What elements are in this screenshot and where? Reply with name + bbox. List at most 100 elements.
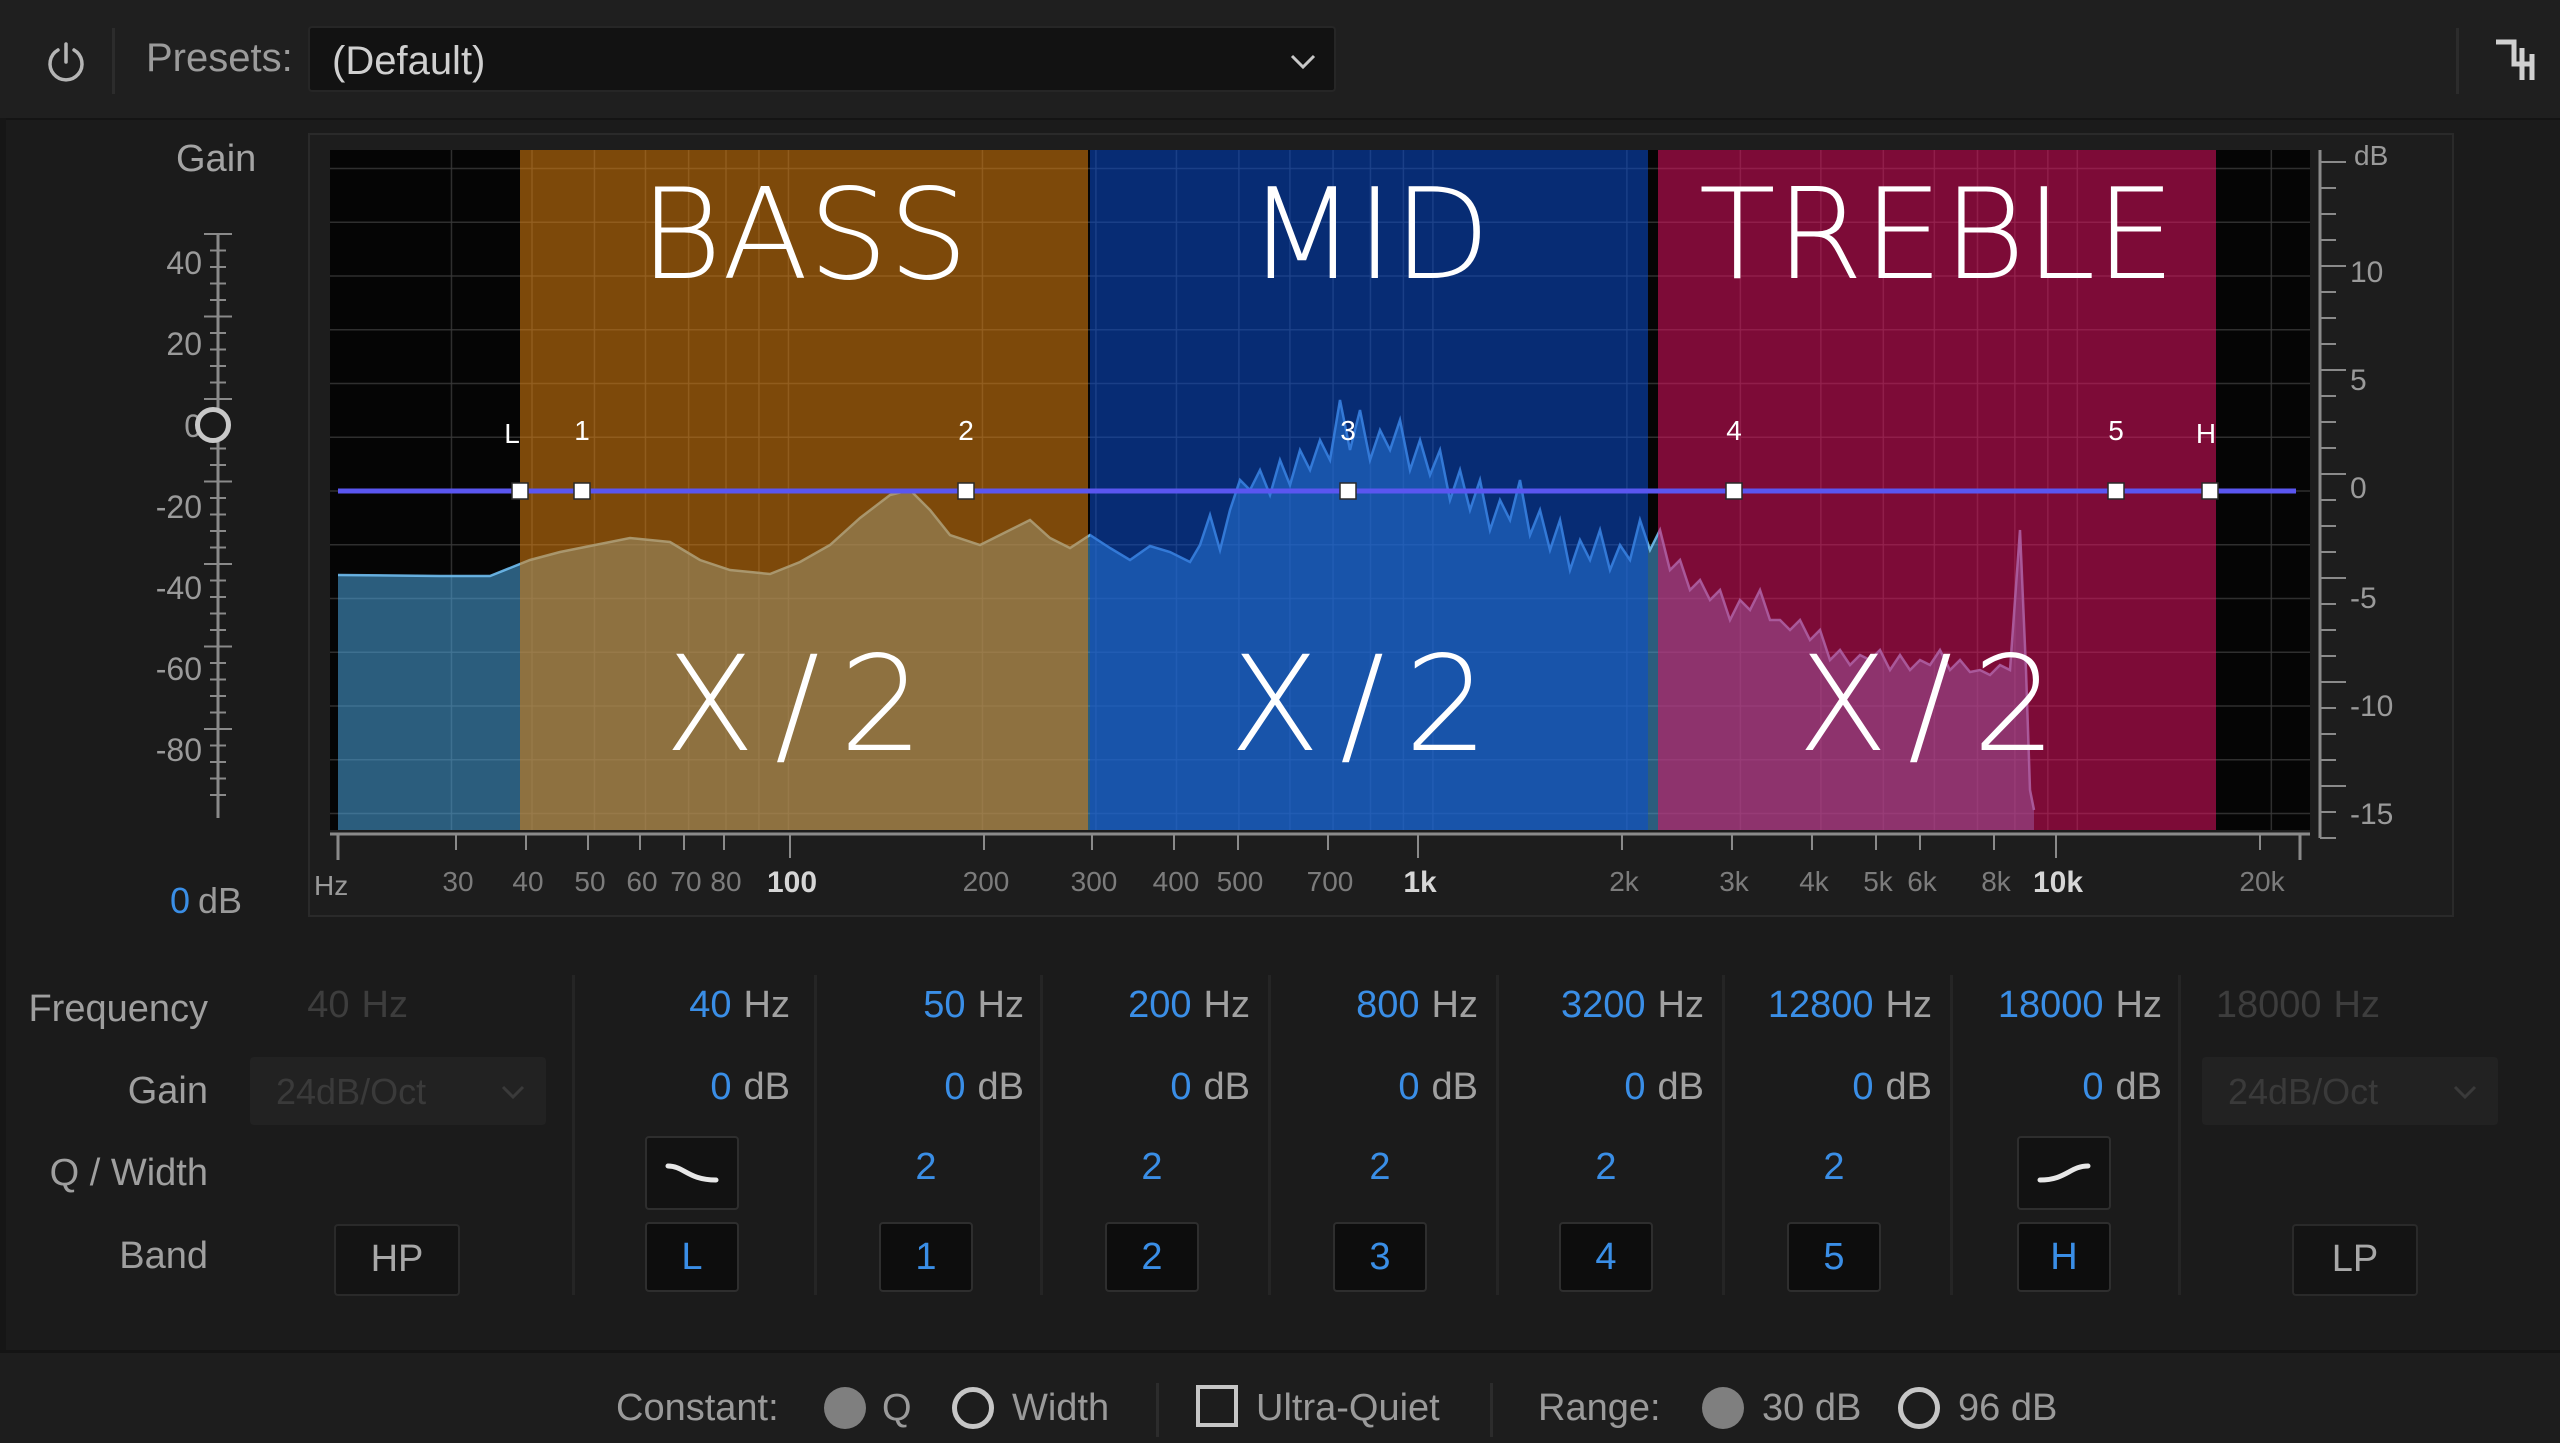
band-5-gain-field[interactable]: 0 dB (1742, 1066, 1932, 1109)
band-4-q-value[interactable]: 2 (1566, 1146, 1646, 1189)
band-1-gain-unit: dB (977, 1066, 1024, 1108)
range-30db-radio[interactable] (1702, 1387, 1744, 1429)
chevron-down-icon (501, 1085, 525, 1100)
db-tick-label: 10 (2350, 256, 2384, 289)
band-2-gain-field[interactable]: 0 dB (1060, 1066, 1250, 1109)
routing-icon[interactable] (2492, 34, 2542, 84)
eq-node-l[interactable] (511, 482, 529, 500)
presets-dropdown[interactable]: (Default) (308, 26, 1336, 92)
column-divider (814, 975, 817, 1295)
footer-divider (1156, 1383, 1159, 1437)
footer-divider (1490, 1383, 1493, 1437)
eq-node-5[interactable] (2107, 482, 2125, 500)
band-1-q-value[interactable]: 2 (886, 1146, 966, 1189)
power-button[interactable] (36, 34, 96, 90)
band-5-frequency-field[interactable]: 12800 Hz (1742, 984, 1932, 1027)
band-1-frequency-field[interactable]: 50 Hz (834, 984, 1024, 1027)
band-l-gain-value: 0 (710, 1066, 732, 1108)
lp-slope-dropdown[interactable]: 24dB/Oct (2202, 1057, 2498, 1125)
lp-frequency-field[interactable]: 18000 Hz (2190, 984, 2380, 1027)
gain-tick-label: -60 (155, 651, 202, 687)
band-h-gain-field[interactable]: 0 dB (1972, 1066, 2162, 1109)
band-2-button[interactable]: 2 (1105, 1222, 1199, 1292)
band-2-q-value[interactable]: 2 (1112, 1146, 1192, 1189)
hz-tick-label: 30 (442, 866, 474, 897)
band-3-gain-field[interactable]: 0 dB (1288, 1066, 1478, 1109)
gain-slider-thumb[interactable] (195, 407, 231, 443)
eq-node-label: 2 (958, 415, 974, 446)
eq-node-label: 3 (1340, 415, 1356, 446)
band-h-frequency-field[interactable]: 18000 Hz (1972, 984, 2162, 1027)
band-1-gain-field[interactable]: 0 dB (834, 1066, 1024, 1109)
band-4-frequency-unit: Hz (1657, 984, 1704, 1026)
band-l-gain-field[interactable]: 0 dB (600, 1066, 790, 1109)
band-hp-button[interactable]: HP (334, 1224, 460, 1296)
band-h-frequency-value: 18000 (1997, 984, 2104, 1026)
db-tick-label: -10 (2350, 690, 2394, 723)
eq-node-h[interactable] (2201, 482, 2219, 500)
eq-node-label: 5 (2108, 415, 2124, 446)
band-h-gain-unit: dB (2115, 1066, 2162, 1108)
band-4-button[interactable]: 4 (1559, 1222, 1653, 1292)
band-4-gain-field[interactable]: 0 dB (1514, 1066, 1704, 1109)
constant-q-label: Q (882, 1387, 912, 1429)
hp-frequency-field[interactable]: 40 Hz (218, 984, 408, 1027)
toolbar-divider (112, 28, 115, 94)
eq-node-4[interactable] (1725, 482, 1743, 500)
band-5-button[interactable]: 5 (1787, 1222, 1881, 1292)
column-divider (1722, 975, 1725, 1295)
range-96db-radio[interactable] (1898, 1387, 1940, 1429)
hz-tick-label: 200 (962, 866, 1010, 897)
hz-tick-label: 6k (1907, 866, 1937, 897)
band-1-button[interactable]: 1 (879, 1222, 973, 1292)
band-overlay-subtitle: X/2 (1230, 628, 1509, 782)
band-4-frequency-field[interactable]: 3200 Hz (1514, 984, 1704, 1027)
constant-width-radio[interactable] (952, 1387, 994, 1429)
gain-row-label: Gain (127, 1070, 208, 1112)
eq-node-1[interactable] (573, 482, 591, 500)
toolbar: Presets: (Default) (0, 0, 2560, 120)
db-axis-title: dB (2354, 140, 2389, 171)
eq-node-label: L (504, 418, 520, 449)
frequency-row-label: Frequency (28, 988, 208, 1030)
band-3-gain-unit: dB (1431, 1066, 1478, 1108)
gain-tick-label: 40 (166, 245, 202, 281)
range-label: Range: (1538, 1387, 1661, 1429)
band-lp-button[interactable]: LP (2292, 1224, 2418, 1296)
lp-frequency-unit: Hz (2333, 984, 2380, 1026)
eq-graph[interactable]: BASS X/2 MID X/2 TREBLE X/2 L 1 2 3 4 5 H (330, 150, 2310, 830)
band-2-gain-value: 0 (1170, 1066, 1192, 1108)
hz-tick-label: 500 (1216, 866, 1264, 897)
hz-tick-label: 1k (1403, 866, 1437, 899)
band-2-frequency-field[interactable]: 200 Hz (1060, 984, 1250, 1027)
gain-tick-label: -40 (155, 570, 202, 606)
band-3-q-value[interactable]: 2 (1340, 1146, 1420, 1189)
hp-slope-dropdown[interactable]: 24dB/Oct (250, 1057, 546, 1125)
band-h-button[interactable]: H (2017, 1222, 2111, 1292)
eq-node-3[interactable] (1339, 482, 1357, 500)
band-5-q-value[interactable]: 2 (1794, 1146, 1874, 1189)
band-l-gain-unit: dB (743, 1066, 790, 1108)
band-h-shape-button[interactable] (2017, 1136, 2111, 1210)
master-gain-readout[interactable]: 0 dB (170, 880, 242, 922)
band-3-frequency-field[interactable]: 800 Hz (1288, 984, 1478, 1027)
band-l-frequency-field[interactable]: 40 Hz (600, 984, 790, 1027)
band-l-shape-button[interactable] (645, 1136, 739, 1210)
band-l-button[interactable]: L (645, 1222, 739, 1292)
hz-tick-label: 700 (1306, 866, 1354, 897)
eq-node-label: 4 (1726, 415, 1742, 446)
hz-axis-title: Hz (314, 870, 349, 901)
hz-axis (330, 832, 2310, 860)
band-5-frequency-value: 12800 (1767, 984, 1874, 1026)
band-1-frequency-unit: Hz (977, 984, 1024, 1026)
presets-value: (Default) (332, 39, 486, 83)
band-5-gain-unit: dB (1885, 1066, 1932, 1108)
gain-tick-label: -80 (155, 732, 202, 768)
eq-node-2[interactable] (957, 482, 975, 500)
band-3-button[interactable]: 3 (1333, 1222, 1427, 1292)
hp-slope-value: 24dB/Oct (276, 1071, 427, 1112)
ultra-quiet-checkbox[interactable] (1196, 1385, 1238, 1427)
chevron-down-icon (1290, 54, 1316, 70)
master-gain-value: 0 (170, 880, 191, 921)
constant-q-radio[interactable] (824, 1387, 866, 1429)
